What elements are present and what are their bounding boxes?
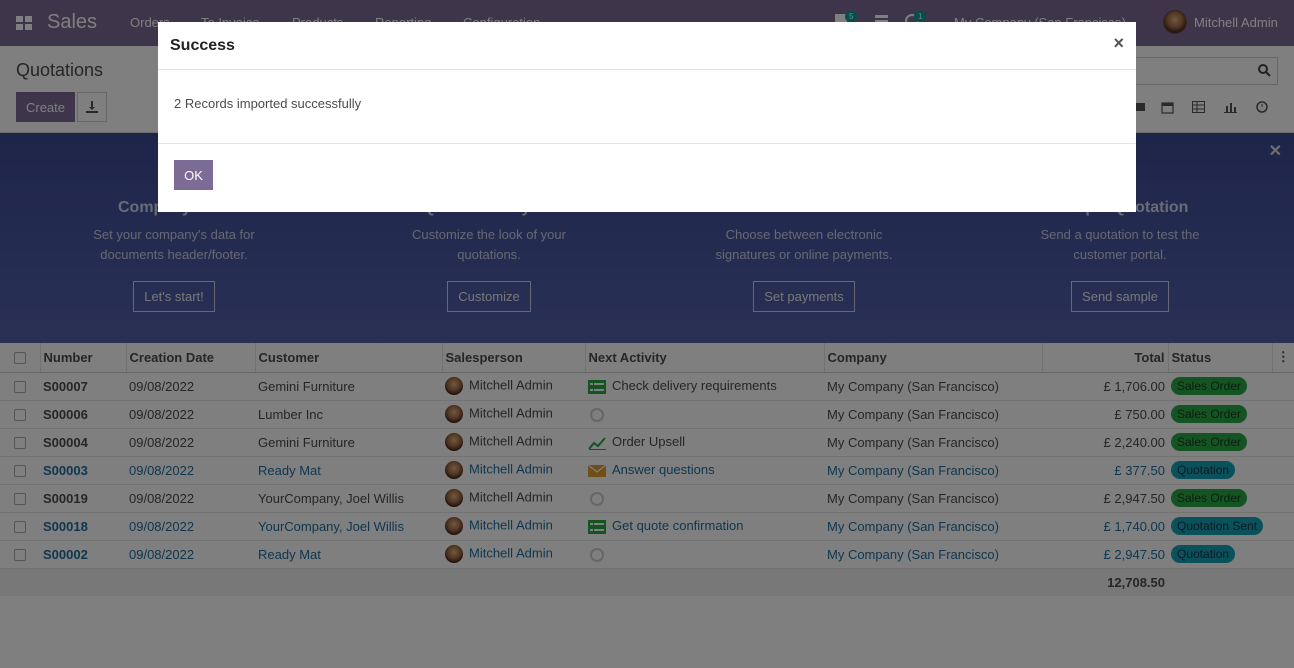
ok-button[interactable]: OK: [174, 160, 213, 190]
success-dialog: Success × 2 Records imported successfull…: [158, 22, 1136, 212]
dialog-body: 2 Records imported successfully: [158, 70, 1136, 144]
close-icon[interactable]: ×: [1113, 33, 1124, 54]
dialog-message: 2 Records imported successfully: [174, 96, 362, 111]
dialog-title: Success: [170, 37, 235, 54]
dialog-header: Success ×: [158, 22, 1136, 70]
